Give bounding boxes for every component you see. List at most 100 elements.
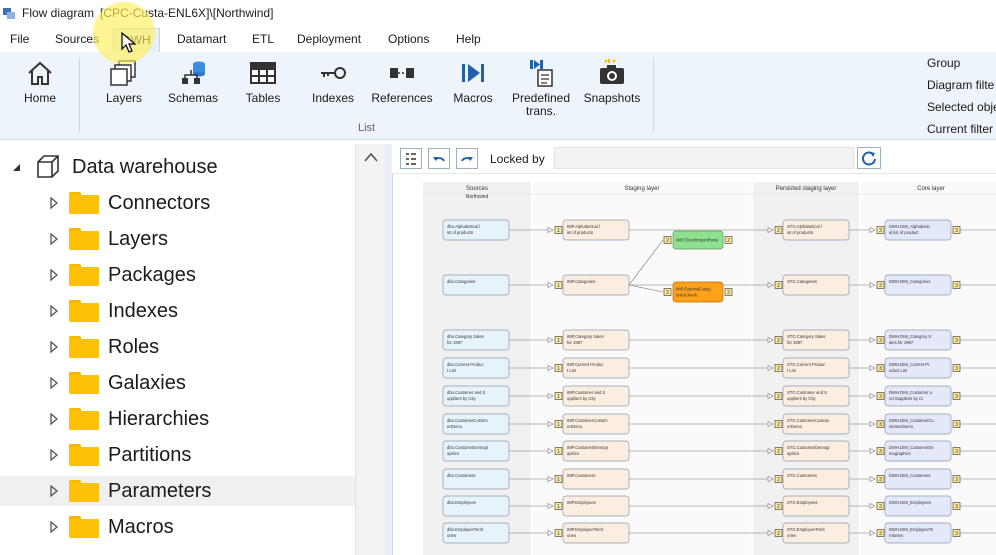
redo-button[interactable] [456,148,478,169]
flow-diagram-canvas[interactable]: Sources Northwind Staging layer Persisted s… [392,174,996,555]
macros-icon [462,64,484,82]
list-view-button[interactable] [400,148,422,169]
tree-item-connectors[interactable]: Connectors [0,188,355,218]
expand-triangle-icon[interactable] [48,521,60,533]
flow-badge-label: 3 [879,449,882,455]
tree-item-macros[interactable]: Macros [0,512,355,542]
swimlane-title: Core layer [917,186,945,192]
staging-node [562,495,630,517]
group-option[interactable]: Group [927,56,960,70]
core-node-label: DWH.DIM_CustomerDe [889,445,934,450]
source-node-label: dbo.CustomerDemogr [447,445,489,450]
macros-label: Macros [453,91,493,105]
undo-button[interactable] [428,148,450,169]
tree-item-label: Connectors [108,191,211,214]
persisted-node-label: aphics [787,451,799,456]
core-node-label: DWH.DIM_Category S [889,334,931,339]
flow-badge-label: 1 [557,531,560,537]
refresh-button[interactable] [857,147,881,169]
menu-deployment[interactable]: Deployment [297,32,361,46]
persisted-node-label: ist of products [787,230,813,235]
layers-label: Layers [105,91,143,105]
flow-badge-label: 2 [666,290,669,296]
staging-node-label: ories [567,533,576,538]
source-node-label: aphics [447,451,459,456]
tree-item-indexes[interactable]: Indexes [0,296,355,326]
home-button[interactable]: Home [18,56,62,122]
persisted-node-label: STG.Employees [787,500,818,505]
diagram-filter-option[interactable]: Diagram filte [927,78,994,92]
ribbon: Home Layers Schemas Tables Indexes Refer… [0,52,996,140]
expand-triangle-icon[interactable] [48,197,60,209]
ribbon-separator [79,58,80,132]
menu-options[interactable]: Options [388,32,429,46]
app-logo-icon [3,8,15,19]
tree-item-roles[interactable]: Roles [0,332,355,362]
tree-item-packages[interactable]: Packages [0,260,355,290]
expand-triangle-icon[interactable] [48,305,60,317]
schemas-button[interactable]: Schemas [166,56,220,122]
staging-node [562,274,630,296]
references-button[interactable]: References [371,56,433,122]
expand-triangle-icon[interactable] [48,341,60,353]
flow-badge-label: 3 [879,504,882,510]
collapse-triangle-icon[interactable] [10,161,22,173]
cube-icon [37,155,59,178]
external-node-label: oriesCheck [676,293,698,298]
flow-badge-label: 3 [955,283,958,289]
check-node-label: IMP.CheckImportRows [676,238,718,243]
expand-triangle-icon[interactable] [48,449,60,461]
flow-badge-label: 3 [955,394,958,400]
selected-objects-option[interactable]: Selected obje [927,100,996,114]
persisted-node-label: STG.Category Sales [787,334,825,339]
tables-icon [250,62,276,84]
macros-button[interactable]: Macros [450,56,496,122]
list-icon [406,152,416,165]
menu-sources[interactable]: Sources [55,32,99,46]
layers-icon [110,60,136,86]
expand-triangle-icon[interactable] [48,485,60,497]
layers-button[interactable]: Layers [101,56,147,122]
flow-badge-label: 2 [777,477,780,483]
staging-node-label: IMP.Category Sales [567,334,604,339]
core-node-label: mographics [889,451,911,456]
expand-triangle-icon[interactable] [48,269,60,281]
menu-datamart[interactable]: Datamart [177,32,226,46]
tree-item-galaxies[interactable]: Galaxies [0,368,355,398]
undo-icon [433,156,445,161]
panel-splitter[interactable] [385,144,392,555]
tree-item-label: Galaxies [108,371,186,394]
tree-root-data-warehouse[interactable]: Data warehouse [0,152,355,182]
persisted-node-label: ories [787,533,796,538]
expand-triangle-icon[interactable] [48,233,60,245]
snapshots-button[interactable]: Snapshots [583,56,641,122]
tree-item-label: Parameters [108,479,212,502]
core-node-label: nd Suppliers by Ci [889,396,923,401]
current-filter-option[interactable]: Current filter [927,122,993,136]
tree-item-hierarchies[interactable]: Hierarchies [0,404,355,434]
expand-triangle-icon[interactable] [48,413,60,425]
flow-badge-label: 3 [955,228,958,234]
tree-item-partitions[interactable]: Partitions [0,440,355,470]
tree-item-label: Indexes [108,299,179,322]
tree-item-parameters[interactable]: Parameters [0,476,355,506]
menu-help[interactable]: Help [456,32,481,46]
indexes-button[interactable]: Indexes [307,56,359,122]
predefined-transformations-button[interactable]: Predefined trans. [509,56,573,122]
menu-file[interactable]: File [10,32,29,46]
source-node [442,274,510,296]
tables-button[interactable]: Tables [241,56,285,122]
tree-item-layers[interactable]: Layers [0,224,355,254]
mouse-cursor-icon [121,32,137,53]
scroll-up-arrow-icon[interactable] [364,152,378,162]
core-node-label: DWH.DIM_EmployeeTe [889,527,934,532]
menu-etl[interactable]: ETL [252,32,274,46]
folder-icon [69,336,99,358]
tree-scrollbar[interactable] [355,144,385,555]
expand-triangle-icon[interactable] [48,377,60,389]
home-label: Home [23,91,56,105]
flow-badge-label: 2 [777,422,780,428]
flow-badge-label: 1 [557,283,560,289]
staging-node-label: IMP.Alphabetical l [567,224,600,229]
staging-node-label: IMP.CustomerDemogr [567,445,609,450]
